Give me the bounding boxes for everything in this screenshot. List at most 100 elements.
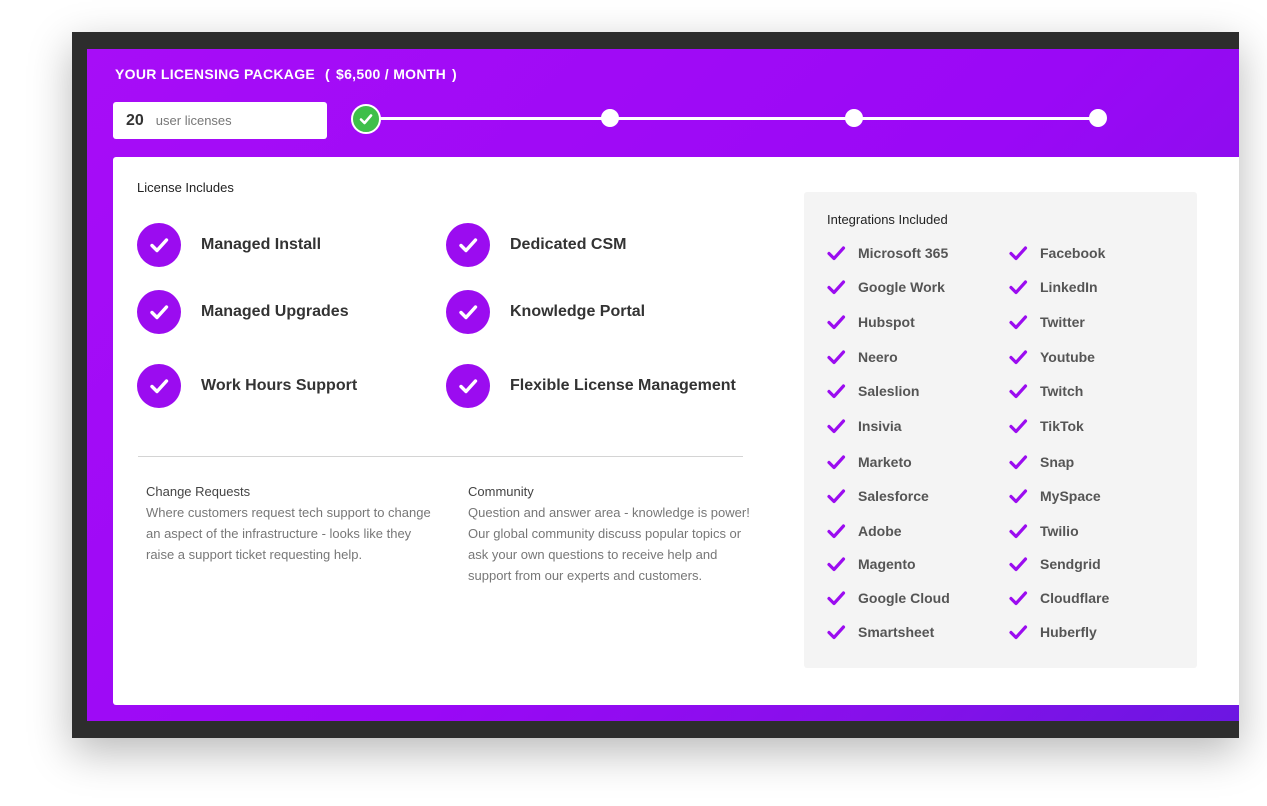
feature-item: Managed Upgrades: [137, 290, 349, 334]
feature-item: Knowledge Portal: [446, 290, 645, 334]
integration-label: Adobe: [858, 523, 902, 539]
feature-label: Managed Install: [201, 236, 322, 253]
package-title-label: YOUR LICENSING PACKAGE: [115, 66, 316, 82]
integration-item-left: Google Cloud: [826, 588, 950, 608]
integration-label: Google Work: [858, 279, 945, 295]
integration-label: Huberfly: [1040, 624, 1097, 640]
check-icon: [1009, 625, 1028, 640]
integration-item-right: Twitch: [1008, 381, 1083, 401]
feature-label: Knowledge Portal: [510, 303, 646, 320]
check-icon: [1009, 246, 1028, 261]
community-body: Question and answer area - knowledge is …: [468, 505, 750, 583]
integration-label: Snap: [1040, 454, 1075, 470]
integration-item-left: Salesforce: [826, 486, 929, 506]
check-icon: [1009, 591, 1028, 606]
integration-label: Magento: [858, 556, 916, 572]
check-icon: [1009, 315, 1028, 330]
price-paren-close: ): [452, 66, 457, 82]
integration-label: MySpace: [1040, 488, 1101, 504]
integration-label: Cloudflare: [1040, 590, 1110, 606]
check-icon: [359, 114, 373, 125]
integration-item-left: Microsoft 365: [826, 243, 948, 263]
check-icon: [827, 350, 846, 365]
integration-item-left: Smartsheet: [826, 622, 934, 642]
check-icon: [827, 455, 846, 470]
check-icon: [827, 246, 846, 261]
check-icon: [827, 384, 846, 399]
section-divider: [138, 456, 743, 457]
feature-label: Dedicated CSM: [510, 236, 627, 253]
integration-item-right: Sendgrid: [1008, 554, 1101, 574]
integration-label: Facebook: [1040, 245, 1106, 261]
feature-label: Work Hours Support: [201, 377, 358, 394]
integration-item-left: Adobe: [826, 521, 902, 541]
integration-item-left: Insivia: [826, 416, 902, 436]
integration-item-right: Twilio: [1008, 521, 1079, 541]
check-icon: [1009, 489, 1028, 504]
integration-item-left: Marketo: [826, 452, 912, 472]
check-circle-icon: [137, 223, 181, 267]
integration-label: TikTok: [1040, 418, 1084, 434]
integration-label: Hubspot: [858, 314, 915, 330]
integration-label: Twitter: [1040, 314, 1085, 330]
check-icon: [827, 489, 846, 504]
slider-stop-4[interactable]: [1089, 109, 1107, 127]
integration-label: Marketo: [858, 454, 912, 470]
feature-label: Flexible License Management: [510, 377, 736, 394]
integration-item-right: MySpace: [1008, 486, 1101, 506]
integration-item-right: Snap: [1008, 452, 1074, 472]
check-icon: [827, 591, 846, 606]
slider-stop-3[interactable]: [845, 109, 863, 127]
check-icon: [1009, 524, 1028, 539]
check-icon: [827, 625, 846, 640]
integration-label: Salesforce: [858, 488, 929, 504]
change-requests-body: Where customers request tech support to …: [146, 505, 431, 562]
integration-item-right: Twitter: [1008, 312, 1085, 332]
integration-item-right: Huberfly: [1008, 622, 1097, 642]
check-circle-icon: [446, 290, 490, 334]
slider-stop-2[interactable]: [601, 109, 619, 127]
check-circle-icon: [137, 290, 181, 334]
check-circle-icon: [446, 223, 490, 267]
check-circle-icon: [137, 364, 181, 408]
check-icon: [827, 419, 846, 434]
community-title: Community: [468, 484, 534, 499]
check-icon: [1009, 557, 1028, 572]
integration-item-right: TikTok: [1008, 416, 1084, 436]
integration-label: Saleslion: [858, 383, 920, 399]
check-icon: [1009, 419, 1028, 434]
check-icon: [827, 280, 846, 295]
change-requests-title: Change Requests: [146, 484, 251, 499]
integration-item-right: Facebook: [1008, 243, 1105, 263]
integration-item-right: Youtube: [1008, 347, 1095, 367]
integration-item-left: Magento: [826, 554, 916, 574]
feature-item: Work Hours Support: [137, 364, 357, 408]
check-icon: [827, 524, 846, 539]
check-circle-icon: [446, 364, 490, 408]
integration-item-left: Saleslion: [826, 381, 919, 401]
license-includes-title: License Includes: [137, 180, 234, 195]
feature-item: Flexible License Management: [446, 364, 736, 408]
check-icon: [827, 557, 846, 572]
change-requests-block: Change Requests Where customers request …: [146, 481, 436, 565]
license-unit-label: user licenses: [155, 113, 232, 128]
integrations-title: Integrations Included: [827, 212, 948, 227]
integration-label: Neero: [858, 349, 898, 365]
integration-label: Youtube: [1040, 349, 1095, 365]
check-icon: [1009, 350, 1028, 365]
feature-item: Managed Install: [137, 223, 321, 267]
integration-item-left: Google Work: [826, 277, 945, 297]
license-count[interactable]: 20: [126, 112, 144, 130]
integration-item-left: Neero: [826, 347, 898, 367]
package-title: YOUR LICENSING PACKAGE ($6,500 / MONTH): [115, 66, 457, 82]
community-block: Community Question and answer area - kno…: [468, 481, 758, 586]
slider-handle[interactable]: [351, 104, 381, 134]
feature-item: Dedicated CSM: [446, 223, 626, 267]
integration-label: Twitch: [1040, 383, 1084, 399]
integration-label: Sendgrid: [1040, 556, 1101, 572]
license-slider-track[interactable]: [366, 117, 1098, 120]
user-licenses-input[interactable]: 20 user licenses: [113, 102, 327, 139]
price-paren-open: (: [325, 66, 330, 82]
check-icon: [1009, 280, 1028, 295]
integration-item-left: Hubspot: [826, 312, 915, 332]
